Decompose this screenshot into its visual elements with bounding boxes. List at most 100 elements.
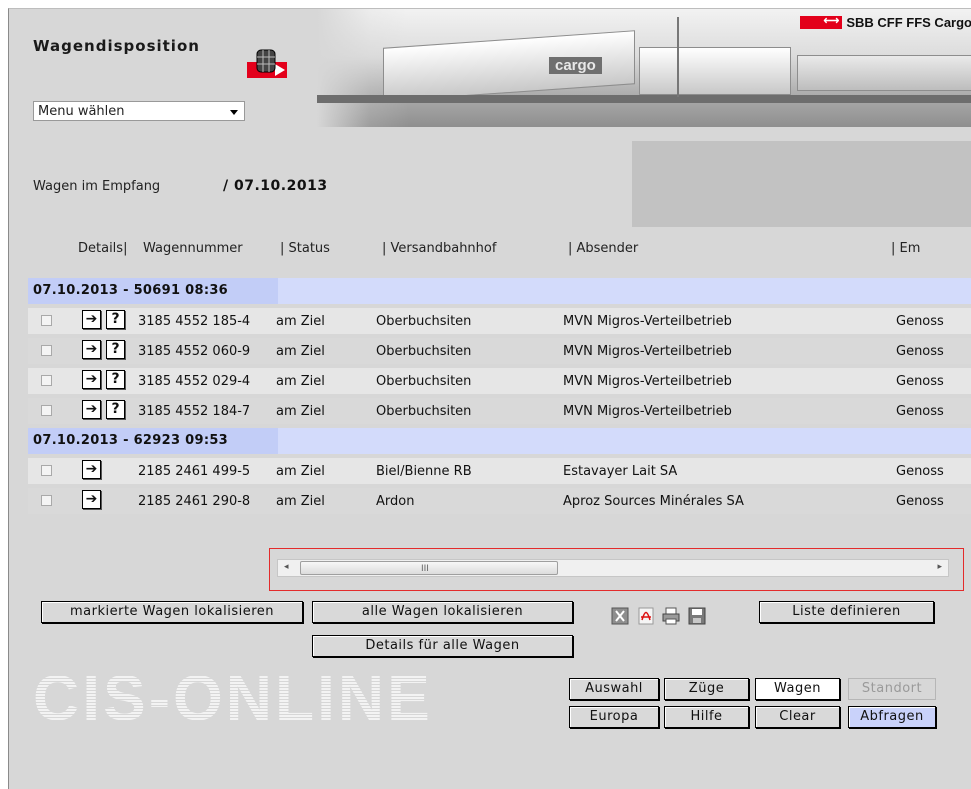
europa-button[interactable]: Europa: [569, 706, 659, 728]
group-row: 07.10.2013 - 62923 09:53: [28, 428, 971, 454]
table-row: ➔ 2185 2461 290-8 am Ziel Ardon Aproz Source…: [28, 488, 971, 514]
details-arrow-icon[interactable]: ➔: [82, 340, 101, 359]
cell-wagennummer: 2185 2461 499-5: [138, 464, 251, 479]
cargo-tag: cargo: [549, 57, 602, 74]
cell-absender: MVN Migros-Verteilbetrieb: [563, 344, 732, 359]
cell-empfaenger: Genoss: [896, 374, 944, 389]
cell-empfaenger: Genoss: [896, 404, 944, 419]
row-checkbox[interactable]: [41, 465, 52, 476]
cell-absender: MVN Migros-Verteilbetrieb: [563, 374, 732, 389]
auswahl-button[interactable]: Auswahl: [569, 678, 659, 700]
info-panel: [632, 141, 971, 227]
page-title: Wagendisposition: [33, 37, 200, 55]
details-fuer-alle-wagen-button[interactable]: Details für alle Wagen: [312, 635, 573, 657]
header-banner-image: cargo SBB CFF FFS Cargo: [317, 9, 971, 127]
cell-absender: Estavayer Lait SA: [563, 464, 678, 479]
chevron-down-icon[interactable]: [230, 110, 238, 115]
row-checkbox[interactable]: [41, 495, 52, 506]
cell-versandbahnhof: Oberbuchsiten: [376, 314, 472, 329]
cell-status: am Ziel: [276, 464, 325, 479]
group-row-label: 07.10.2013 - 50691 08:36: [33, 283, 229, 298]
row-checkbox[interactable]: [41, 405, 52, 416]
alle-wagen-lokalisieren-button[interactable]: alle Wagen lokalisieren: [312, 601, 573, 623]
header-empfaenger: | Em: [891, 241, 921, 256]
help-question-icon[interactable]: ?: [106, 340, 125, 359]
cell-wagennummer: 3185 4552 060-9: [138, 344, 251, 359]
header-status: | Status: [280, 241, 330, 256]
row-checkbox[interactable]: [41, 375, 52, 386]
cell-status: am Ziel: [276, 374, 325, 389]
menu-select-value: Menu wählen: [38, 104, 125, 119]
cell-absender: MVN Migros-Verteilbetrieb: [563, 404, 732, 419]
abfragen-button[interactable]: Abfragen: [848, 706, 936, 728]
group-row-fill: [278, 428, 971, 454]
header-absender: | Absender: [568, 241, 639, 256]
brand-text: SBB CFF FFS Cargo: [846, 15, 971, 30]
cell-versandbahnhof: Oberbuchsiten: [376, 404, 472, 419]
cell-wagennummer: 3185 4552 184-7: [138, 404, 251, 419]
app-window: Wagendisposition cargo SBB CFF FFS Cargo…: [8, 8, 971, 789]
cell-status: am Ziel: [276, 344, 325, 359]
help-question-icon[interactable]: ?: [106, 310, 125, 329]
print-icon[interactable]: [662, 607, 680, 625]
details-arrow-icon[interactable]: ➔: [82, 460, 101, 479]
cell-wagennummer: 3185 4552 185-4: [138, 314, 251, 329]
cell-absender: Aproz Sources Minérales SA: [563, 494, 744, 509]
table-row: ➔? 3185 4552 185-4 am Ziel Oberbuchsiten MVN…: [28, 308, 971, 334]
help-question-icon[interactable]: ?: [106, 400, 125, 419]
scroll-left-icon[interactable]: ◂: [284, 562, 289, 572]
details-arrow-icon[interactable]: ➔: [82, 490, 101, 509]
row-checkbox[interactable]: [41, 345, 52, 356]
menu-select[interactable]: Menu wählen: [33, 101, 245, 121]
empfang-label: Wagen im Empfang: [33, 179, 161, 194]
scroll-right-icon[interactable]: ▸: [937, 562, 942, 572]
sbb-flag-icon: [800, 14, 843, 29]
details-arrow-icon[interactable]: ➔: [82, 400, 101, 419]
save-icon[interactable]: [688, 607, 706, 625]
table-row: ➔? 3185 4552 060-9 am Ziel Oberbuchsiten MVN…: [28, 338, 971, 364]
help-question-icon[interactable]: ?: [106, 370, 125, 389]
scrollbar-thumb[interactable]: III: [300, 561, 558, 575]
cell-wagennummer: 3185 4552 029-4: [138, 374, 251, 389]
cell-status: am Ziel: [276, 494, 325, 509]
cell-absender: MVN Migros-Verteilbetrieb: [563, 314, 732, 329]
cell-wagennummer: 2185 2461 290-8: [138, 494, 251, 509]
table-row: ➔? 3185 4552 029-4 am Ziel Oberbuchsiten MVN…: [28, 368, 971, 394]
cell-status: am Ziel: [276, 314, 325, 329]
header-details: Details|: [78, 241, 128, 256]
liste-definieren-button[interactable]: Liste definieren: [759, 601, 934, 623]
pdf-icon[interactable]: [637, 607, 655, 625]
table-row: ➔ 2185 2461 499-5 am Ziel Biel/Bienne RB Est…: [28, 458, 971, 484]
empfang-date: / 07.10.2013: [223, 178, 328, 194]
cell-versandbahnhof: Ardon: [376, 494, 415, 509]
header-wagennummer: Wagennummer: [143, 241, 243, 256]
brand-label: SBB CFF FFS Cargo: [800, 14, 971, 30]
header-versandbahnhof: | Versandbahnhof: [382, 241, 497, 256]
excel-icon[interactable]: [611, 607, 629, 625]
standort-button[interactable]: Standort: [848, 678, 936, 700]
details-arrow-icon[interactable]: ➔: [82, 370, 101, 389]
group-row: 07.10.2013 - 50691 08:36: [28, 278, 971, 304]
horizontal-scrollbar[interactable]: ◂ III ▸: [277, 559, 949, 577]
grip-icon: III: [421, 564, 429, 574]
details-arrow-icon[interactable]: ➔: [82, 310, 101, 329]
row-checkbox[interactable]: [41, 315, 52, 326]
sbb-wagon-logo-icon: [247, 46, 287, 82]
cell-versandbahnhof: Oberbuchsiten: [376, 344, 472, 359]
group-row-label: 07.10.2013 - 62923 09:53: [33, 433, 229, 448]
cell-status: am Ziel: [276, 404, 325, 419]
wagen-button[interactable]: Wagen: [755, 678, 840, 700]
cell-empfaenger: Genoss: [896, 494, 944, 509]
cell-empfaenger: Genoss: [896, 344, 944, 359]
group-row-fill: [278, 278, 971, 304]
hilfe-button[interactable]: Hilfe: [664, 706, 749, 728]
cell-empfaenger: Genoss: [896, 464, 944, 479]
table-row: ➔? 3185 4552 184-7 am Ziel Oberbuchsiten MVN…: [28, 398, 971, 424]
cis-online-logo: CIS-ONLINE: [33, 662, 433, 734]
cell-versandbahnhof: Oberbuchsiten: [376, 374, 472, 389]
clear-button[interactable]: Clear: [755, 706, 840, 728]
markierte-wagen-lokalisieren-button[interactable]: markierte Wagen lokalisieren: [41, 601, 303, 623]
cell-versandbahnhof: Biel/Bienne RB: [376, 464, 472, 479]
cell-empfaenger: Genoss: [896, 314, 944, 329]
zuege-button[interactable]: Züge: [664, 678, 749, 700]
